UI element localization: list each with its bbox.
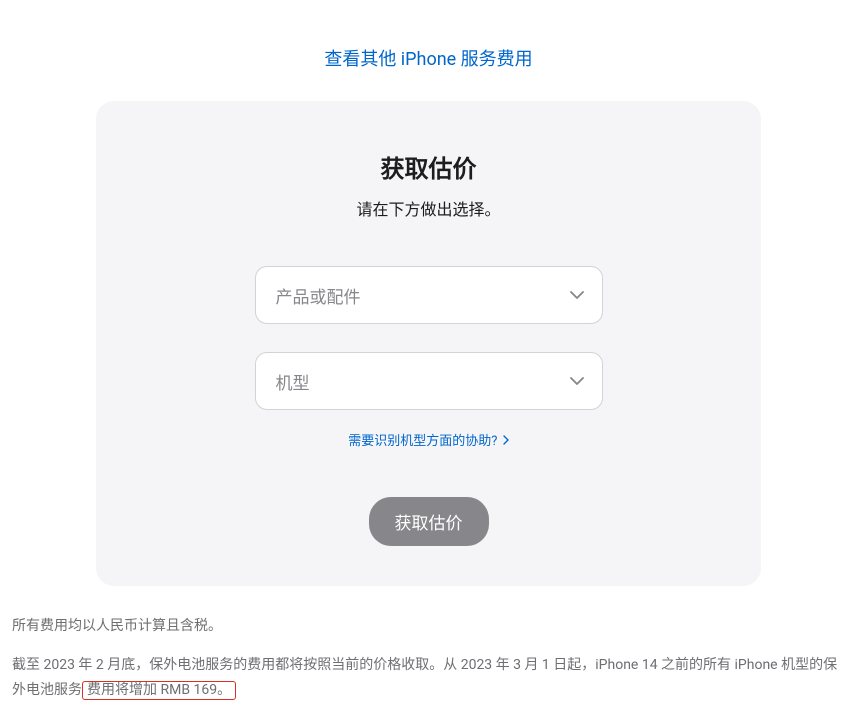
footer-text: 所有费用均以人民币计算且含税。 截至 2023 年 2 月底，保外电池服务的费用… [10, 614, 847, 704]
chevron-down-icon [570, 377, 584, 385]
top-link-wrapper: 查看其他 iPhone 服务费用 [10, 10, 847, 101]
identify-model-help-link[interactable]: 需要识别机型方面的协助? [348, 434, 508, 449]
chevron-down-icon [570, 291, 584, 299]
product-select[interactable]: 产品或配件 [255, 266, 603, 324]
footer-line-1: 所有费用均以人民币计算且含税。 [12, 614, 845, 639]
model-select-wrapper: 机型 [255, 352, 603, 410]
model-select[interactable]: 机型 [255, 352, 603, 410]
product-select-placeholder: 产品或配件 [276, 283, 361, 308]
chevron-right-icon [503, 434, 509, 449]
highlighted-price-note: 费用将增加 RMB 169。 [82, 681, 236, 700]
help-link-wrapper: 需要识别机型方面的协助? [136, 430, 721, 449]
card-title: 获取估价 [136, 149, 721, 184]
card-subtitle: 请在下方做出选择。 [136, 196, 721, 220]
other-service-fees-link[interactable]: 查看其他 iPhone 服务费用 [324, 49, 532, 70]
model-select-placeholder: 机型 [276, 369, 310, 394]
product-select-wrapper: 产品或配件 [255, 266, 603, 324]
footer-line-2: 截至 2023 年 2 月底，保外电池服务的费用都将按照当前的价格收取。从 20… [12, 653, 845, 703]
get-estimate-button[interactable]: 获取估价 [369, 497, 489, 546]
estimate-card: 获取估价 请在下方做出选择。 产品或配件 机型 [96, 101, 761, 586]
help-link-label: 需要识别机型方面的协助? [348, 434, 497, 449]
